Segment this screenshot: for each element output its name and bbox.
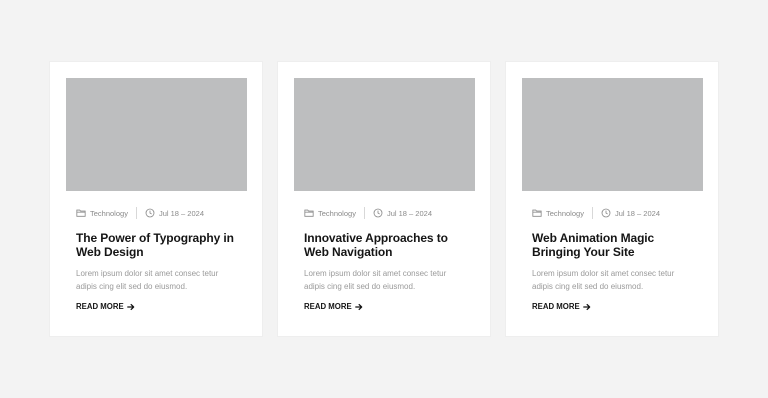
meta-divider — [135, 207, 137, 219]
card-meta: Technology Jul 18 – 2024 — [66, 207, 247, 219]
category-label[interactable]: Technology — [318, 209, 356, 218]
card-meta: Technology Jul 18 – 2024 — [294, 207, 475, 219]
card-title-line: The Power of Typography in — [76, 231, 234, 245]
blog-card-grid: Technology Jul 18 – 2024 The Power of Ty… — [50, 62, 718, 336]
folder-icon — [76, 208, 86, 218]
card-title-line: Web Navigation — [304, 245, 393, 259]
card-thumbnail[interactable] — [522, 78, 703, 191]
card-excerpt-line: adipis cing elit sed do eiusmod. — [532, 281, 644, 291]
meta-divider — [363, 207, 365, 219]
card-excerpt-line: Lorem ipsum dolor sit amet consec tetur — [76, 269, 219, 278]
card-title-line: Web Animation Magic — [532, 231, 655, 245]
card-excerpt-line: Lorem ipsum dolor sit amet consec tetur — [532, 269, 675, 278]
card-title-line: Web Design — [76, 245, 144, 259]
date-label: Jul 18 – 2024 — [614, 208, 660, 218]
blog-card: Technology Jul 18 – 2024 Innovative Appr… — [278, 62, 490, 336]
card-title-line: Innovative Approaches to — [304, 231, 448, 245]
card-title-line: Bringing Your Site — [532, 245, 635, 259]
arrow-right-icon — [126, 303, 135, 311]
card-title[interactable]: The Power of Typography in Web Design — [76, 231, 247, 259]
card-title[interactable]: Web Animation Magic Bringing Your Site — [532, 231, 703, 259]
clock-icon — [145, 208, 155, 218]
read-more-link[interactable]: READ MORE — [304, 302, 363, 311]
card-thumbnail[interactable] — [294, 78, 475, 191]
card-excerpt-line: Lorem ipsum dolor sit amet consec tetur — [304, 269, 447, 278]
card-title[interactable]: Innovative Approaches to Web Navigation — [304, 231, 475, 259]
category-label[interactable]: Technology — [90, 209, 128, 218]
arrow-right-icon — [582, 303, 591, 311]
blog-card: Technology Jul 18 – 2024 The Power of Ty… — [50, 62, 262, 336]
clock-icon — [601, 208, 611, 218]
read-more-link[interactable]: READ MORE — [532, 302, 591, 311]
read-more-link[interactable]: READ MORE — [76, 302, 135, 311]
meta-divider — [591, 207, 593, 219]
read-more-label: READ MORE — [532, 302, 580, 311]
clock-icon — [373, 208, 383, 218]
read-more-label: READ MORE — [76, 302, 124, 311]
card-excerpt: Lorem ipsum dolor sit amet consec tetur … — [304, 268, 474, 293]
date-label: Jul 18 – 2024 — [158, 208, 204, 218]
card-excerpt: Lorem ipsum dolor sit amet consec tetur … — [532, 268, 702, 293]
card-thumbnail[interactable] — [66, 78, 247, 191]
card-meta: Technology Jul 18 – 2024 — [522, 207, 703, 219]
card-excerpt-line: adipis cing elit sed do eiusmod. — [76, 281, 188, 291]
arrow-right-icon — [354, 303, 363, 311]
blog-card: Technology Jul 18 – 2024 Web Animation M… — [506, 62, 718, 336]
folder-icon — [532, 208, 542, 218]
read-more-label: READ MORE — [304, 302, 352, 311]
card-excerpt-line: adipis cing elit sed do eiusmod. — [304, 281, 416, 291]
card-excerpt: Lorem ipsum dolor sit amet consec tetur … — [76, 268, 246, 293]
date-label: Jul 18 – 2024 — [386, 208, 432, 218]
category-label[interactable]: Technology — [546, 209, 584, 218]
folder-icon — [304, 208, 314, 218]
